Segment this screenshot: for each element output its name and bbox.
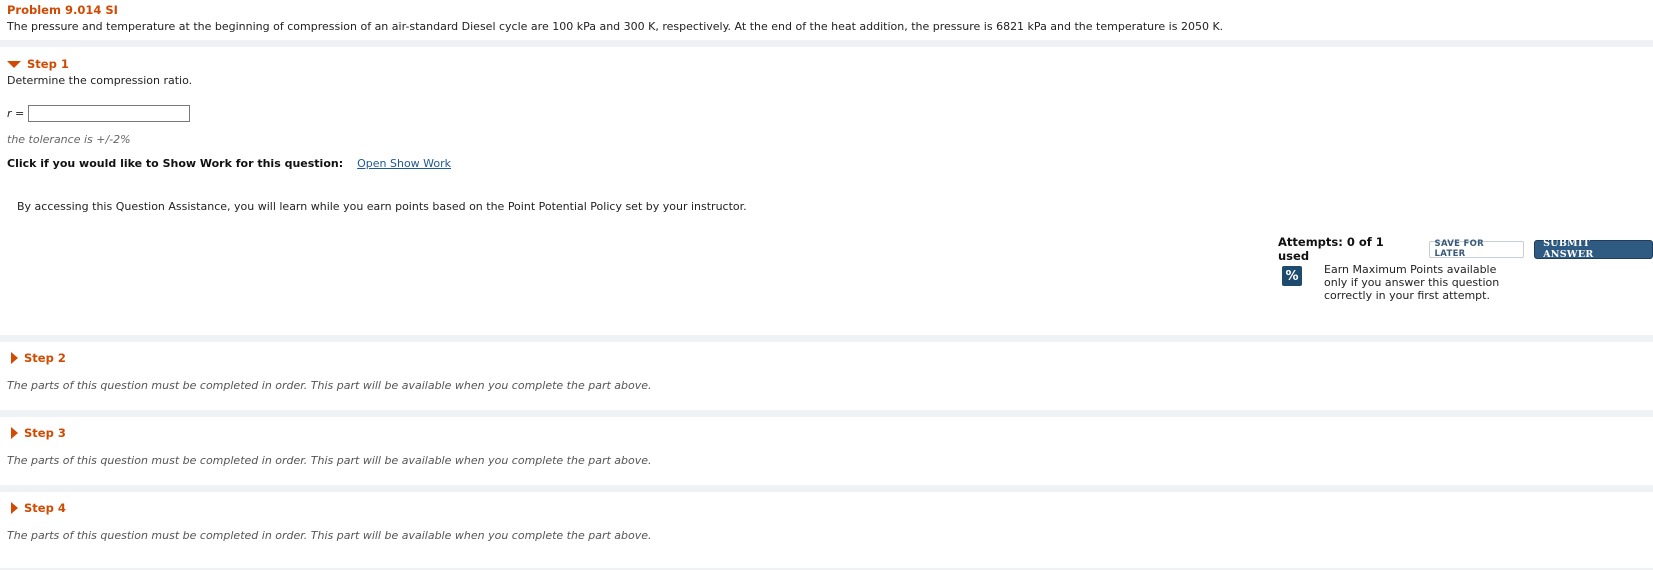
problem-statement: The pressure and temperature at the begi… (7, 20, 1224, 33)
answer-row: r = (7, 105, 191, 122)
earn-line-1: Earn Maximum Points available (1324, 263, 1497, 276)
triangle-right-icon[interactable] (11, 502, 18, 514)
problem-title: Problem 9.014 SI (7, 3, 118, 17)
step-2-title[interactable]: Step 2 (24, 351, 66, 365)
save-for-later-button[interactable]: SAVE FOR LATER (1428, 239, 1525, 259)
earn-line-2: only if you answer this question (1324, 276, 1500, 289)
earn-line-3: correctly in your first attempt. (1324, 289, 1490, 302)
attempts-counter: Attempts: 0 of 1 used (1278, 235, 1384, 263)
open-show-work-link[interactable]: Open Show Work (357, 157, 451, 170)
step-1-prompt: Determine the compression ratio. (7, 74, 193, 87)
compression-ratio-input[interactable] (28, 105, 191, 122)
submit-answer-button[interactable]: SUBMIT ANSWER (1534, 238, 1653, 260)
triangle-down-icon[interactable] (7, 60, 21, 68)
triangle-right-icon[interactable] (11, 427, 18, 439)
answer-label: r = (7, 107, 25, 120)
step-2-locked-message: The parts of this question must be compl… (7, 379, 652, 392)
show-work-row: Click if you would like to Show Work for… (7, 157, 451, 170)
step-4-title[interactable]: Step 4 (24, 501, 66, 515)
step-3-panel: Step 3 The parts of this question must b… (0, 417, 1653, 485)
step-4-panel: Step 4 The parts of this question must b… (0, 492, 1653, 568)
show-work-label: Click if you would like to Show Work for… (7, 157, 344, 170)
step-2-header[interactable]: Step 2 (7, 351, 66, 365)
step-3-title[interactable]: Step 3 (24, 426, 66, 440)
section-gap (0, 335, 1653, 342)
step-1-header[interactable]: Step 1 (7, 57, 69, 71)
section-gap (0, 40, 1653, 47)
problem-header: Problem 9.014 SI The pressure and temper… (0, 0, 1653, 40)
submission-row: Attempts: 0 of 1 used SAVE FOR LATER SUB… (1278, 235, 1653, 263)
section-gap (0, 410, 1653, 417)
section-gap (0, 485, 1653, 492)
tolerance-note: the tolerance is +/-2% (7, 133, 131, 146)
percent-icon: % (1282, 266, 1302, 286)
earn-points-notice: % Earn Maximum Points available only if … (1282, 263, 1499, 302)
step-4-locked-message: The parts of this question must be compl… (7, 529, 652, 542)
step-3-locked-message: The parts of this question must be compl… (7, 454, 652, 467)
step-2-panel: Step 2 The parts of this question must b… (0, 342, 1653, 410)
earn-points-text: Earn Maximum Points available only if yo… (1324, 263, 1499, 302)
step-1-title[interactable]: Step 1 (27, 57, 69, 71)
triangle-right-icon[interactable] (11, 352, 18, 364)
step-1-panel: Step 1 Determine the compression ratio. … (0, 47, 1653, 335)
step-3-header[interactable]: Step 3 (7, 426, 66, 440)
step-4-header[interactable]: Step 4 (7, 501, 66, 515)
assistance-notice: By accessing this Question Assistance, y… (17, 200, 747, 213)
